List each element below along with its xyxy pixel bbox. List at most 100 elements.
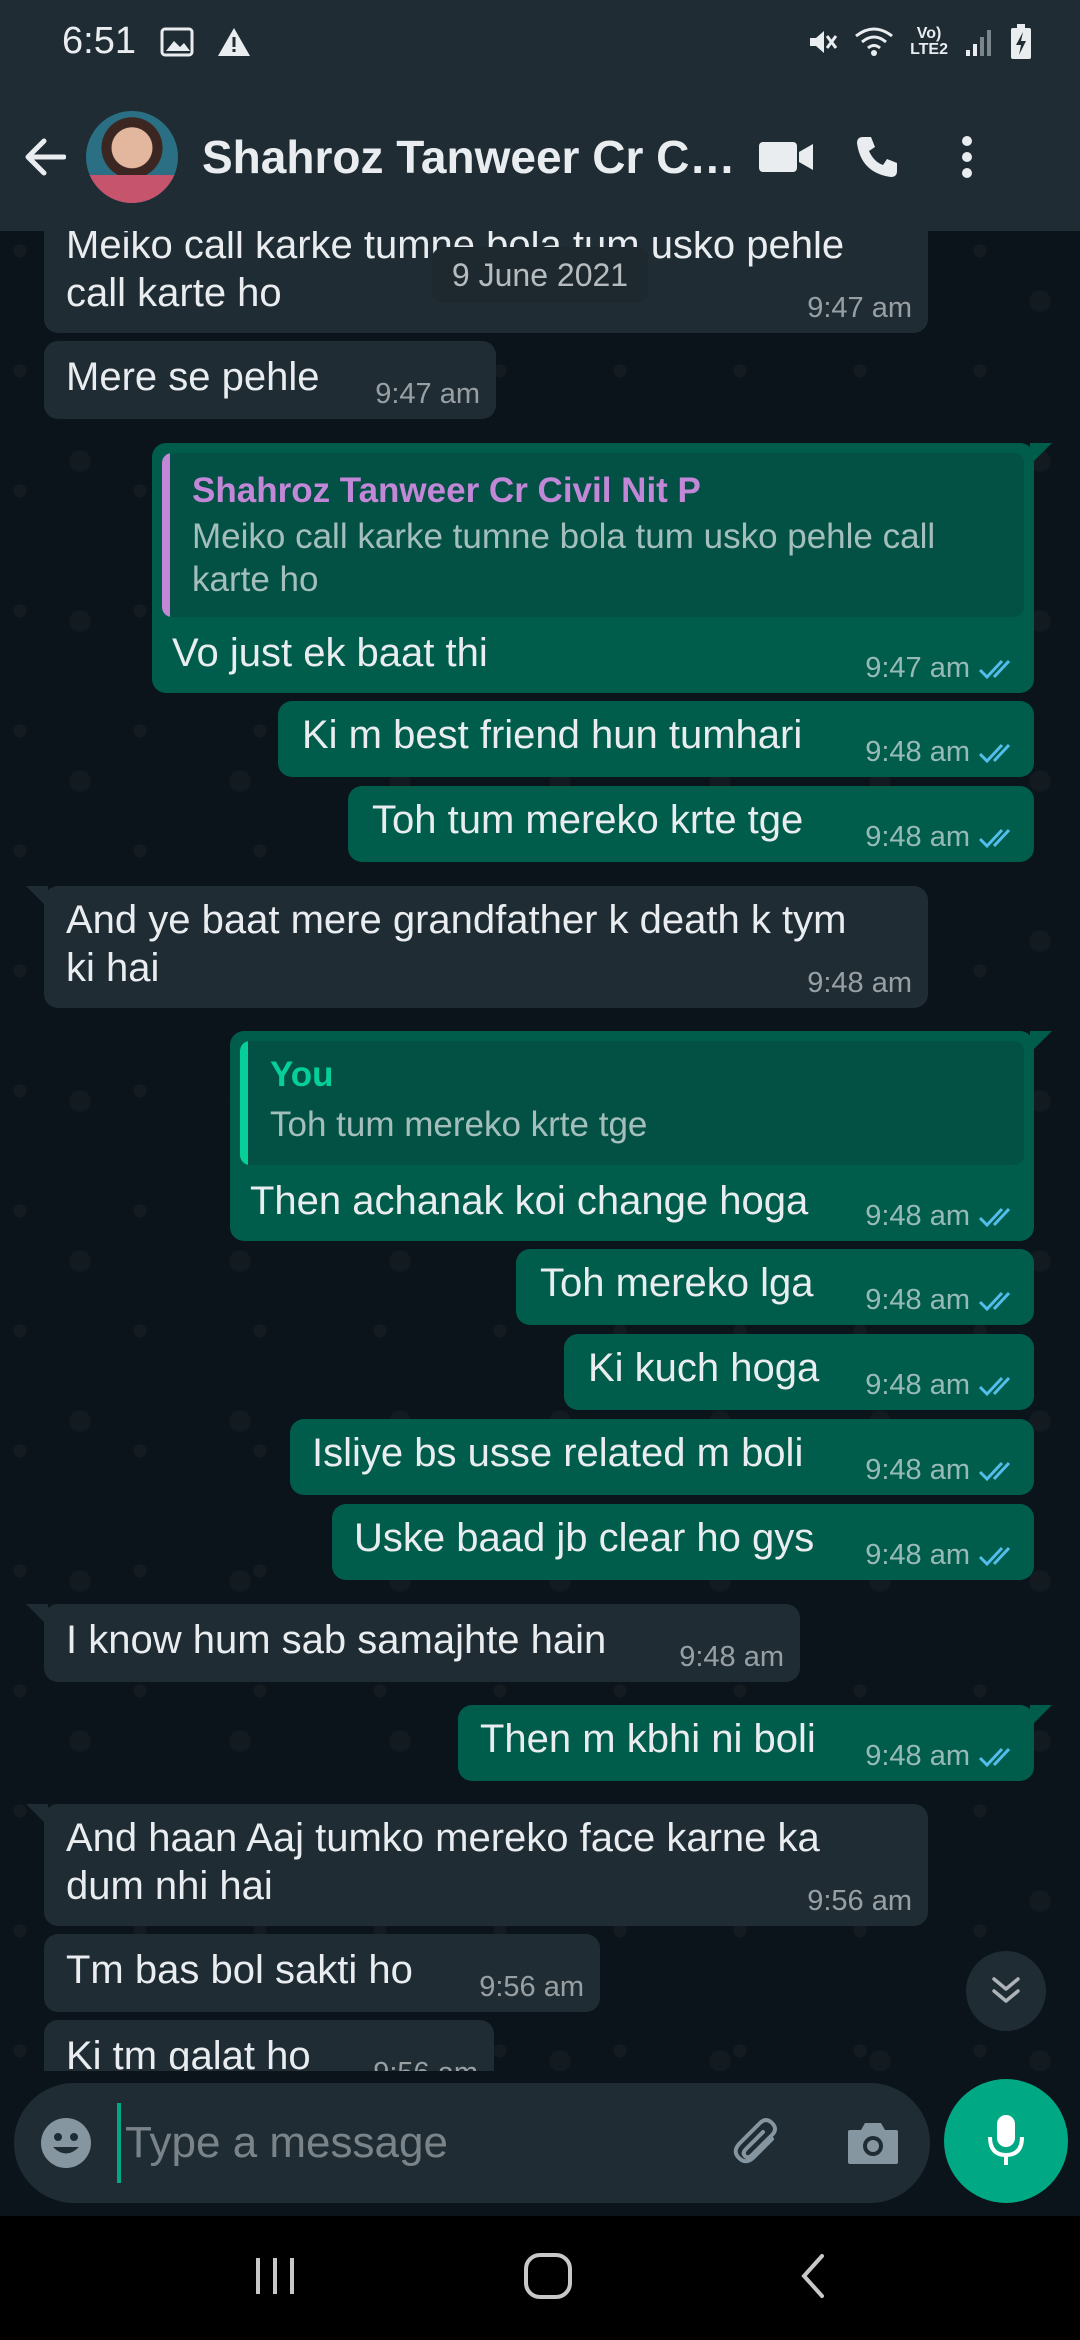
- message-incoming[interactable]: Ki tm galat ho 9:56 am: [44, 2020, 494, 2071]
- contact-name[interactable]: Shahroz Tanweer Cr Civ...: [202, 130, 742, 184]
- message-time: 9:56 am: [479, 1971, 584, 2003]
- video-call-button[interactable]: [742, 83, 832, 231]
- message-time: 9:48 am: [865, 1539, 970, 1571]
- quote-text: Toh tum mereko krte tge: [270, 1105, 648, 1144]
- read-receipt-icon: [978, 1376, 1011, 1396]
- message-text: Toh mereko lga: [540, 1261, 814, 1305]
- message-input[interactable]: [117, 2103, 701, 2183]
- recent-apps-button[interactable]: [252, 2256, 298, 2301]
- double-chevron-down-icon: [992, 1977, 1020, 2003]
- mute-icon: [810, 30, 838, 53]
- message-incoming[interactable]: And haan Aaj tumko mereko face karne ka …: [26, 1804, 928, 1926]
- contact-avatar[interactable]: [86, 111, 178, 203]
- message-outgoing[interactable]: Then m kbhi ni boli 9:48 am: [458, 1705, 1052, 1781]
- message-outgoing-reply[interactable]: Shahroz Tanweer Cr Civil Nit P Meiko cal…: [152, 443, 1052, 693]
- message-incoming[interactable]: And ye baat mere grandfather k death k t…: [26, 886, 928, 1008]
- voice-call-button[interactable]: [832, 83, 922, 231]
- message-outgoing[interactable]: Toh mereko lga 9:48 am: [516, 1249, 1034, 1325]
- camera-button[interactable]: [815, 2120, 930, 2166]
- message-meta: 9:47 am: [865, 652, 1020, 685]
- network-label-top: Vo): [916, 24, 942, 42]
- message-time: 9:47 am: [807, 292, 912, 324]
- message-list[interactable]: Meiko call karke tumne bola tum usko peh…: [0, 231, 1080, 2071]
- message-text: Then achanak koi change hoga: [250, 1179, 809, 1223]
- quote-sender: You: [270, 1055, 334, 1094]
- read-receipt-icon: [978, 1747, 1011, 1767]
- kebab-menu-icon: [962, 136, 972, 178]
- message-incoming[interactable]: Mere se pehle 9:47 am: [44, 341, 496, 419]
- message-outgoing[interactable]: Toh tum mereko krte tge 9:48 am: [348, 786, 1034, 862]
- message-meta: 9:47 am: [807, 292, 912, 325]
- message-composer: [0, 2071, 1080, 2216]
- phone-icon: [857, 137, 897, 177]
- back-arrow-icon: [25, 138, 66, 176]
- message-text: Vo just ek baat thi: [172, 631, 488, 675]
- recent-apps-icon: [256, 2257, 295, 2294]
- read-receipt-icon: [978, 828, 1011, 848]
- message-outgoing[interactable]: Ki m best friend hun tumhari 9:48 am: [278, 701, 1034, 777]
- message-text: Mere se pehle: [66, 355, 320, 399]
- message-time: 9:48 am: [865, 1740, 970, 1772]
- network-type-label: Vo) LTE2: [910, 24, 948, 58]
- message-meta: 9:48 am: [865, 736, 1020, 769]
- warning-icon: [217, 27, 250, 56]
- chat-header: Shahroz Tanweer Cr Civ...: [0, 83, 1080, 231]
- message-text: Ki tm galat ho: [66, 2034, 311, 2071]
- quoted-message[interactable]: Shahroz Tanweer Cr Civil Nit P Meiko cal…: [162, 453, 1024, 617]
- read-receipt-icon: [978, 1291, 1011, 1311]
- read-receipt-icon: [978, 1546, 1011, 1566]
- attach-button[interactable]: [700, 2117, 815, 2169]
- home-button[interactable]: [523, 2252, 573, 2305]
- message-meta: 9:48 am: [865, 1200, 1020, 1233]
- message-time: 9:56 am: [807, 1885, 912, 1917]
- gallery-notification-icon: [160, 27, 194, 56]
- message-meta: 9:48 am: [865, 1369, 1020, 1402]
- message-time: 9:48 am: [679, 1641, 784, 1673]
- status-time: 6:51: [62, 20, 136, 62]
- message-text: And ye baat mere grandfather k death k t…: [66, 898, 847, 990]
- back-button[interactable]: [2, 83, 86, 231]
- message-time: 9:48 am: [865, 1369, 970, 1401]
- quote-sender: Shahroz Tanweer Cr Civil Nit P: [192, 471, 701, 510]
- message-outgoing-reply[interactable]: You Toh tum mereko krte tge Then achanak…: [230, 1031, 1052, 1241]
- message-time: 9:48 am: [865, 1284, 970, 1316]
- message-text: And haan Aaj tumko mereko face karne ka …: [66, 1816, 820, 1908]
- system-navigation-bar: [0, 2216, 1080, 2340]
- paperclip-icon: [733, 2118, 777, 2164]
- message-meta: 9:48 am: [865, 1539, 1020, 1572]
- message-meta: 9:56 am: [373, 2057, 478, 2071]
- composer-box: [14, 2083, 930, 2203]
- message-time: 9:48 am: [865, 821, 970, 853]
- message-text: Uske baad jb clear ho gys: [354, 1516, 815, 1560]
- emoji-button[interactable]: [14, 2116, 117, 2170]
- signal-icon: [966, 29, 991, 56]
- message-outgoing[interactable]: Isliye bs usse related m boli 9:48 am: [290, 1419, 1034, 1495]
- message-time: 9:48 am: [865, 736, 970, 768]
- message-incoming[interactable]: I know hum sab samajhte hain 9:48 am: [26, 1604, 800, 1682]
- scroll-to-bottom-button[interactable]: [966, 1951, 1046, 2031]
- read-receipt-icon: [978, 659, 1011, 679]
- more-options-button[interactable]: [922, 83, 1012, 231]
- read-receipt-icon: [978, 1207, 1011, 1227]
- read-receipt-icon: [978, 743, 1011, 763]
- message-incoming[interactable]: Tm bas bol sakti ho 9:56 am: [44, 1934, 600, 2012]
- message-meta: 9:48 am: [865, 1284, 1020, 1317]
- message-text: Toh tum mereko krte tge: [372, 798, 804, 842]
- microphone-icon: [988, 2115, 1024, 2165]
- message-meta: 9:48 am: [865, 1740, 1020, 1773]
- voice-message-button[interactable]: [944, 2079, 1068, 2203]
- read-receipt-icon: [978, 1461, 1011, 1481]
- message-text: Tm bas bol sakti ho: [66, 1948, 413, 1992]
- message-meta: 9:48 am: [807, 967, 912, 1000]
- message-outgoing[interactable]: Uske baad jb clear ho gys 9:48 am: [332, 1504, 1034, 1580]
- quoted-message[interactable]: You Toh tum mereko krte tge: [240, 1041, 1024, 1165]
- system-back-button[interactable]: [798, 2252, 828, 2305]
- quote-bar: [240, 1041, 248, 1165]
- message-time: 9:47 am: [865, 652, 970, 684]
- message-text: Then m kbhi ni boli: [480, 1717, 816, 1761]
- network-label-bottom: LTE2: [910, 40, 948, 58]
- message-outgoing[interactable]: Ki kuch hoga 9:48 am: [564, 1334, 1034, 1410]
- message-text: Ki m best friend hun tumhari: [302, 713, 803, 757]
- message-meta: 9:47 am: [375, 378, 480, 411]
- message-meta: 9:48 am: [679, 1641, 784, 1674]
